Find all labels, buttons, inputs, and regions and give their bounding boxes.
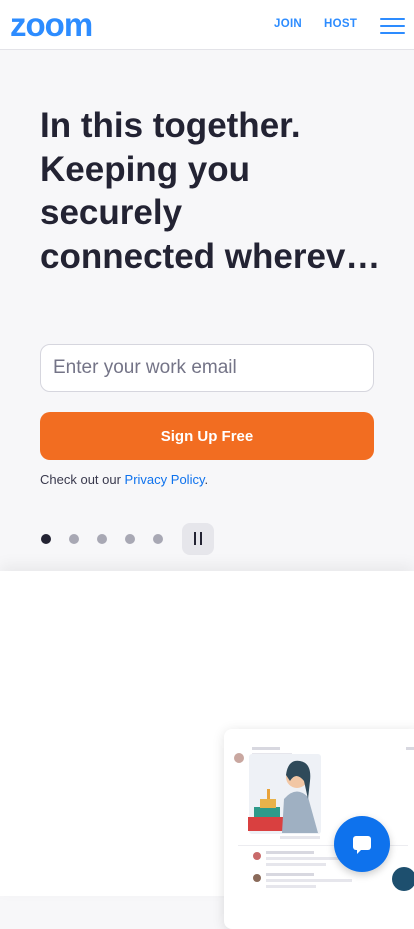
hero-title: In this together. Keeping you securely c… — [40, 104, 380, 278]
top-nav-bar: zoom JOIN HOST — [0, 0, 414, 50]
pause-icon[interactable] — [182, 523, 214, 555]
hero-title-line: connected wherev… — [40, 236, 380, 276]
privacy-prefix: Check out our — [40, 472, 125, 487]
privacy-policy-link[interactable]: Privacy Policy — [125, 472, 205, 487]
sign-up-free-button[interactable]: Sign Up Free — [40, 412, 374, 460]
privacy-suffix: . — [204, 472, 209, 487]
chat-bubble-icon[interactable] — [334, 816, 390, 872]
carousel-dot-4[interactable] — [125, 534, 135, 544]
carousel-dot-1[interactable] — [41, 534, 51, 544]
carousel-dot-3[interactable] — [97, 534, 107, 544]
work-email-input[interactable] — [40, 344, 374, 392]
host-link[interactable]: HOST — [324, 18, 357, 30]
privacy-note: Check out our Privacy Policy. — [40, 472, 208, 487]
join-link[interactable]: JOIN — [274, 18, 302, 30]
hero-title-line: Keeping you — [40, 149, 251, 189]
svg-text:zoom: zoom — [10, 12, 92, 38]
zoom-logo[interactable]: zoom — [10, 12, 121, 38]
hero-title-line: In this together. — [40, 106, 301, 145]
carousel-dot-5[interactable] — [153, 534, 163, 544]
carousel-dot-2[interactable] — [69, 534, 79, 544]
hero-title-line: securely — [40, 193, 183, 232]
hamburger-menu-icon[interactable] — [380, 18, 405, 34]
